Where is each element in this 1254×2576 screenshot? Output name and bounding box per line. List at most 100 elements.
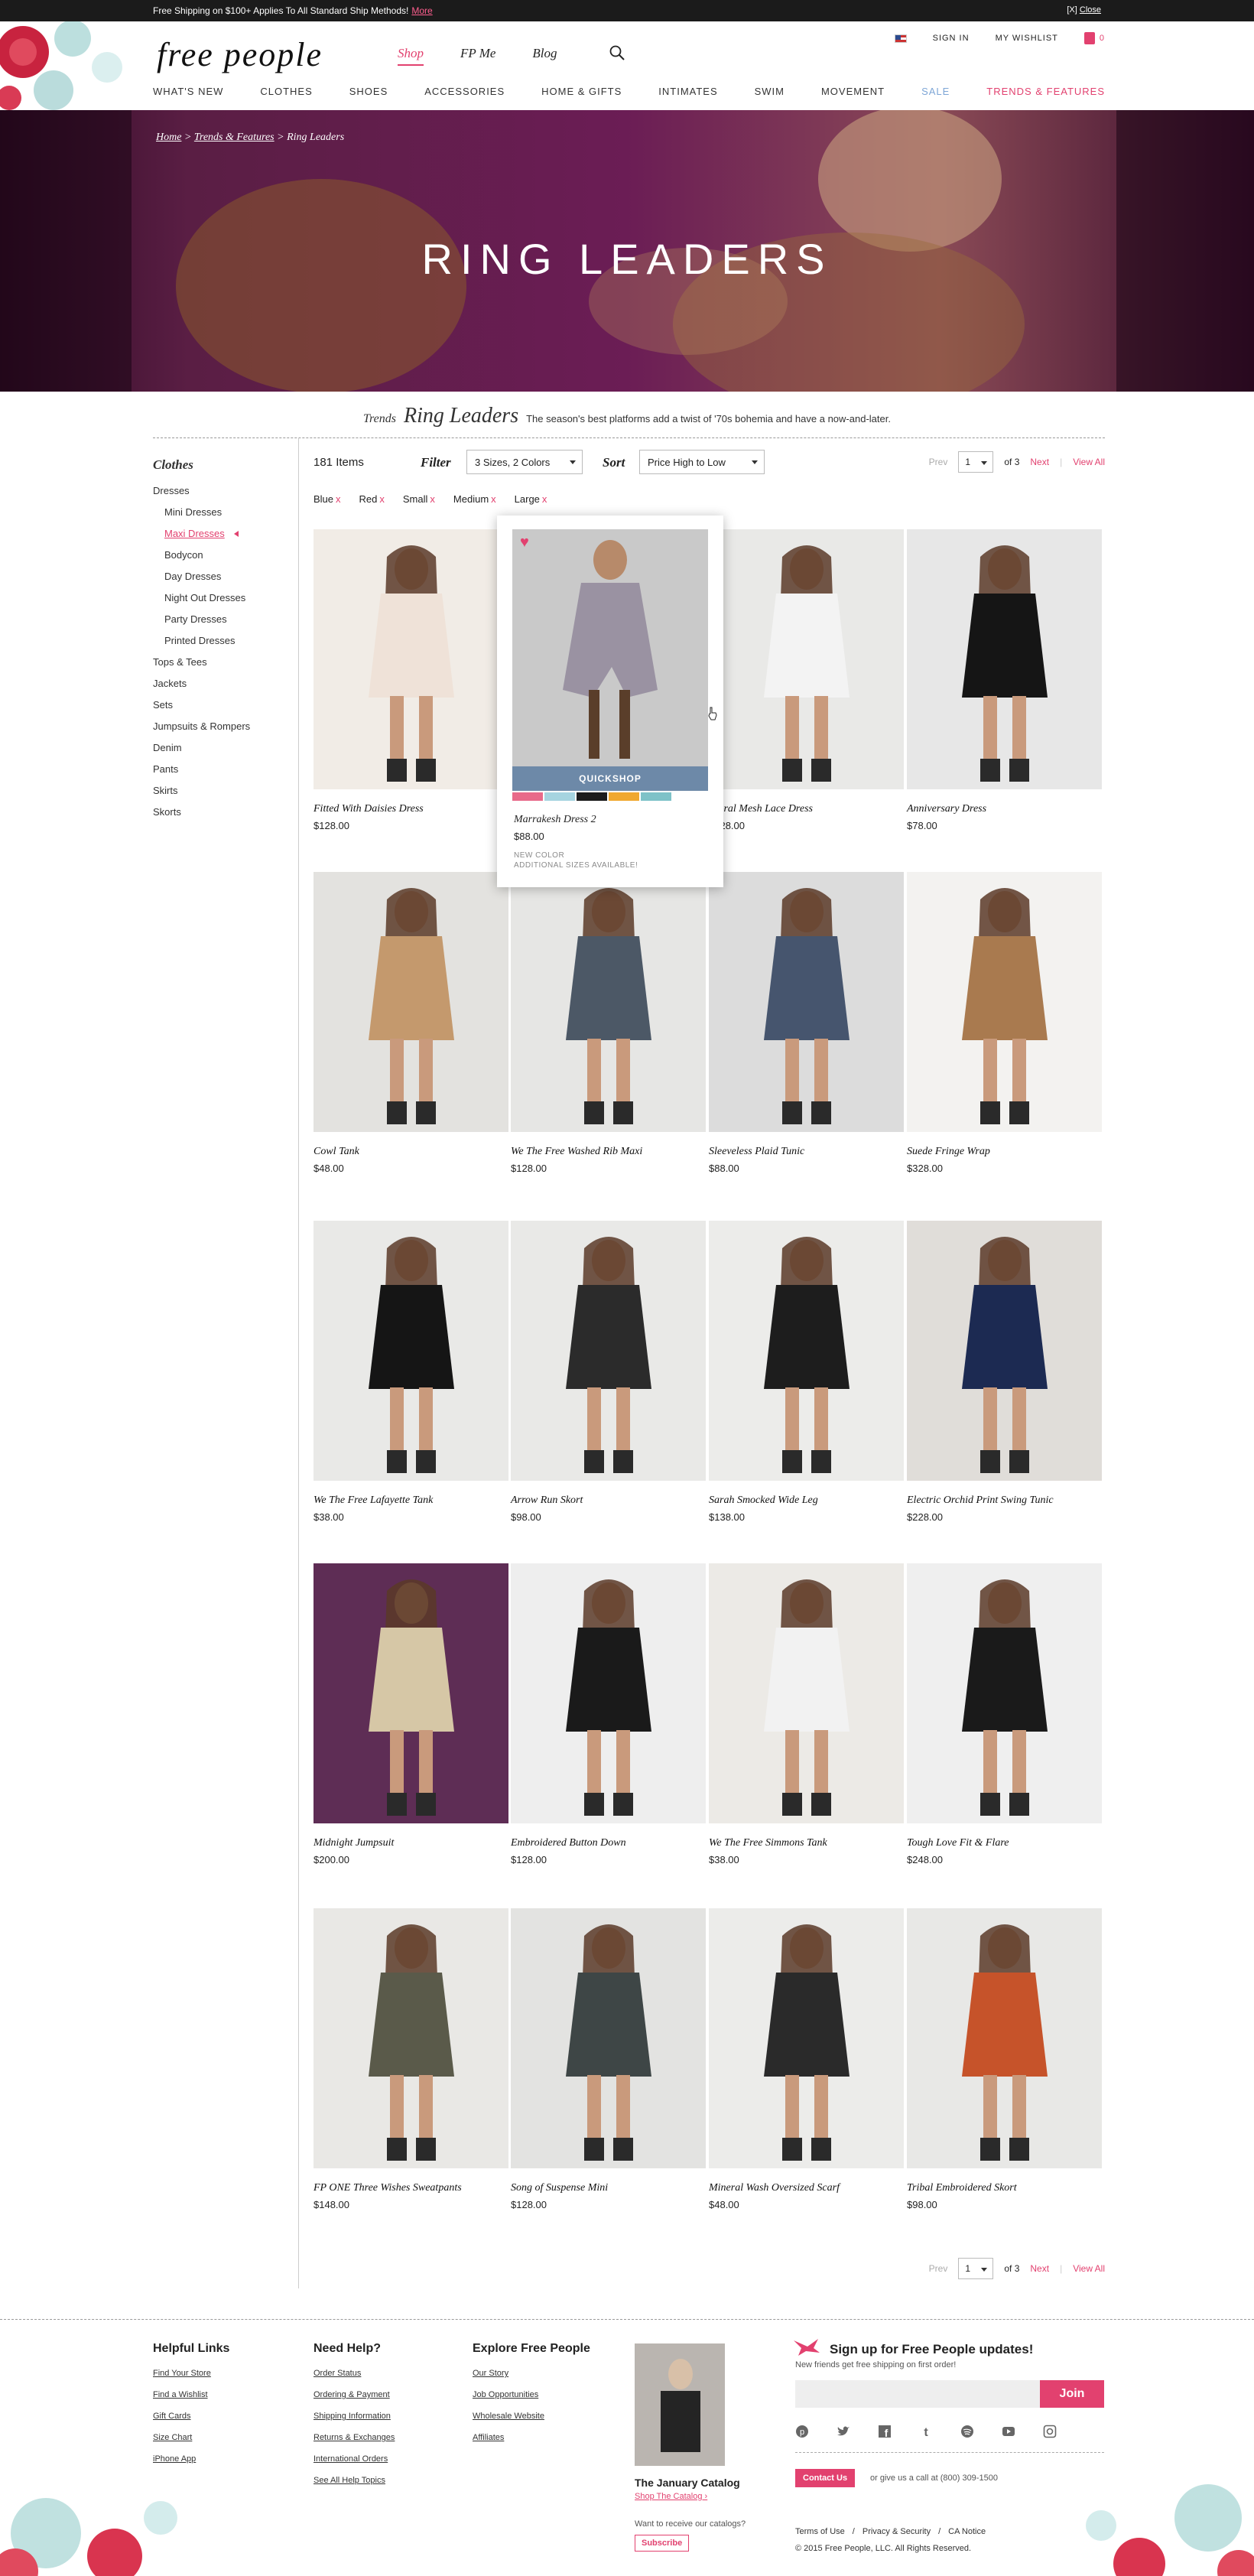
nav-clothes[interactable]: CLOTHES (260, 86, 312, 97)
product-name[interactable]: Tribal Embroidered Skort (907, 2182, 1102, 2194)
topnav-shop[interactable]: Shop (398, 46, 424, 66)
sidebar-item[interactable]: Skorts (153, 802, 291, 823)
sidebar-item[interactable]: Denim (153, 737, 291, 759)
spotify-icon[interactable] (960, 2425, 974, 2438)
product-name[interactable]: Electric Orchid Print Swing Tunic (907, 1495, 1102, 1507)
product-image[interactable] (314, 529, 508, 789)
filter-chip[interactable]: Red x (359, 493, 385, 505)
product-image[interactable] (907, 1908, 1102, 2168)
nav-swim[interactable]: SWIM (755, 86, 785, 97)
product-image[interactable] (314, 1563, 508, 1823)
product-card[interactable]: We The Free Simmons Tank $38.00 (709, 1563, 904, 1865)
product-name[interactable]: Sarah Smocked Wide Leg (709, 1495, 904, 1507)
sidebar-item[interactable]: Tops & Tees (153, 652, 291, 673)
prev-page[interactable]: Prev (929, 457, 948, 467)
product-name[interactable]: Floral Mesh Lace Dress (709, 803, 904, 815)
footer-link[interactable]: Gift Cards (153, 2411, 229, 2432)
topnav-blog[interactable]: Blog (532, 46, 557, 66)
product-card[interactable]: Song of Suspense Mini $128.00 (511, 1908, 706, 2210)
free-people-logo[interactable]: free people (157, 35, 323, 74)
product-card[interactable]: Anniversary Dress $78.00 (907, 529, 1102, 831)
nav-trends-features[interactable]: TRENDS & FEATURES (986, 86, 1105, 97)
nav-movement[interactable]: MOVEMENT (821, 86, 885, 97)
breadcrumb-trends[interactable]: Trends & Features (194, 132, 275, 143)
sidebar-item[interactable]: Mini Dresses (153, 502, 291, 523)
filter-dropdown[interactable]: 3 Sizes, 2 Colors (466, 450, 583, 474)
footer-link[interactable]: Shipping Information (314, 2411, 395, 2432)
product-image[interactable] (709, 872, 904, 1132)
footer-link[interactable]: Find a Wishlist (153, 2389, 229, 2411)
instagram-icon[interactable] (1043, 2425, 1057, 2438)
product-name[interactable]: We The Free Washed Rib Maxi (511, 1146, 706, 1158)
filter-chip[interactable]: Small x (403, 493, 435, 505)
catalog-cover-image[interactable] (635, 2343, 725, 2466)
remove-filter-icon[interactable]: x (430, 493, 435, 505)
product-image[interactable] (511, 1563, 706, 1823)
filter-chip[interactable]: Large x (515, 493, 547, 505)
sidebar-item[interactable]: Jackets (153, 673, 291, 694)
product-name[interactable]: Suede Fringe Wrap (907, 1146, 1102, 1158)
shop-catalog-link[interactable]: Shop The Catalog › (635, 2492, 707, 2501)
quickshop-product-image[interactable] (512, 529, 708, 766)
product-image[interactable] (511, 872, 706, 1132)
sort-dropdown[interactable]: Price High to Low (639, 450, 765, 474)
quickshop-product-name[interactable]: Marrakesh Dress 2 (514, 814, 596, 826)
product-name[interactable]: We The Free Lafayette Tank (314, 1495, 508, 1507)
product-card[interactable]: Mineral Wash Oversized Scarf $48.00 (709, 1908, 904, 2210)
view-all[interactable]: View All (1073, 457, 1105, 467)
product-image[interactable] (511, 1221, 706, 1481)
footer-link[interactable]: Size Chart (153, 2432, 229, 2454)
sidebar-item[interactable]: Party Dresses (153, 609, 291, 630)
product-card[interactable]: Sleeveless Plaid Tunic $88.00 (709, 872, 904, 1174)
page-select[interactable]: 1 (958, 451, 994, 473)
product-name[interactable]: Midnight Jumpsuit (314, 1837, 508, 1849)
quickshop-button[interactable]: QUICKSHOP (512, 766, 708, 791)
product-card[interactable]: Midnight Jumpsuit $200.00 (314, 1563, 508, 1865)
nav-home-gifts[interactable]: HOME & GIFTS (541, 86, 622, 97)
footer-link[interactable]: Find Your Store (153, 2368, 229, 2389)
nav-sale[interactable]: SALE (921, 86, 950, 97)
product-image[interactable] (709, 1221, 904, 1481)
product-name[interactable]: FP ONE Three Wishes Sweatpants (314, 2182, 508, 2194)
email-field[interactable] (795, 2380, 1040, 2408)
footer-link[interactable]: Our Story (473, 2368, 590, 2389)
sidebar-item[interactable]: Dresses (153, 480, 291, 502)
product-image[interactable] (314, 1908, 508, 2168)
product-card[interactable]: Tribal Embroidered Skort $98.00 (907, 1908, 1102, 2210)
footer-link[interactable]: Returns & Exchanges (314, 2432, 395, 2454)
sidebar-item[interactable]: Jumpsuits & Rompers (153, 716, 291, 737)
color-swatch[interactable] (609, 792, 639, 801)
product-image[interactable] (709, 529, 904, 789)
nav-accessories[interactable]: ACCESSORIES (424, 86, 505, 97)
product-name[interactable]: Fitted With Daisies Dress (314, 803, 508, 815)
topnav-fp-me[interactable]: FP Me (460, 46, 495, 66)
footer-link[interactable]: Order Status (314, 2368, 395, 2389)
subscribe-button[interactable]: Subscribe (635, 2535, 690, 2552)
sidebar-item[interactable]: Sets (153, 694, 291, 716)
shopping-bag-button[interactable]: 0 (1083, 32, 1105, 44)
next-page[interactable]: Next (1030, 457, 1049, 467)
product-image[interactable] (907, 1221, 1102, 1481)
product-card[interactable]: Suede Fringe Wrap $328.00 (907, 872, 1102, 1174)
product-name[interactable]: Anniversary Dress (907, 803, 1102, 815)
wishlist-link[interactable]: MY WISHLIST (996, 34, 1058, 43)
sidebar-item[interactable]: Skirts (153, 780, 291, 802)
prev-page[interactable]: Prev (929, 2263, 948, 2274)
product-name[interactable]: Cowl Tank (314, 1146, 508, 1158)
color-swatch[interactable] (512, 792, 543, 801)
contact-us-button[interactable]: Contact Us (795, 2469, 856, 2487)
product-card[interactable]: Tough Love Fit & Flare $248.00 (907, 1563, 1102, 1865)
sidebar-item[interactable]: Maxi Dresses (153, 523, 291, 545)
product-name[interactable]: Mineral Wash Oversized Scarf (709, 2182, 904, 2194)
sidebar-item[interactable]: Day Dresses (153, 566, 291, 587)
product-image[interactable] (709, 1563, 904, 1823)
product-name[interactable]: Arrow Run Skort (511, 1495, 706, 1507)
product-image[interactable] (907, 1563, 1102, 1823)
product-name[interactable]: Sleeveless Plaid Tunic (709, 1146, 904, 1158)
product-image[interactable] (709, 1908, 904, 2168)
product-name[interactable]: Song of Suspense Mini (511, 2182, 706, 2194)
product-name[interactable]: We The Free Simmons Tank (709, 1837, 904, 1849)
remove-filter-icon[interactable]: x (542, 493, 547, 505)
sidebar-item[interactable]: Night Out Dresses (153, 587, 291, 609)
footer-link[interactable]: Job Opportunities (473, 2389, 590, 2411)
